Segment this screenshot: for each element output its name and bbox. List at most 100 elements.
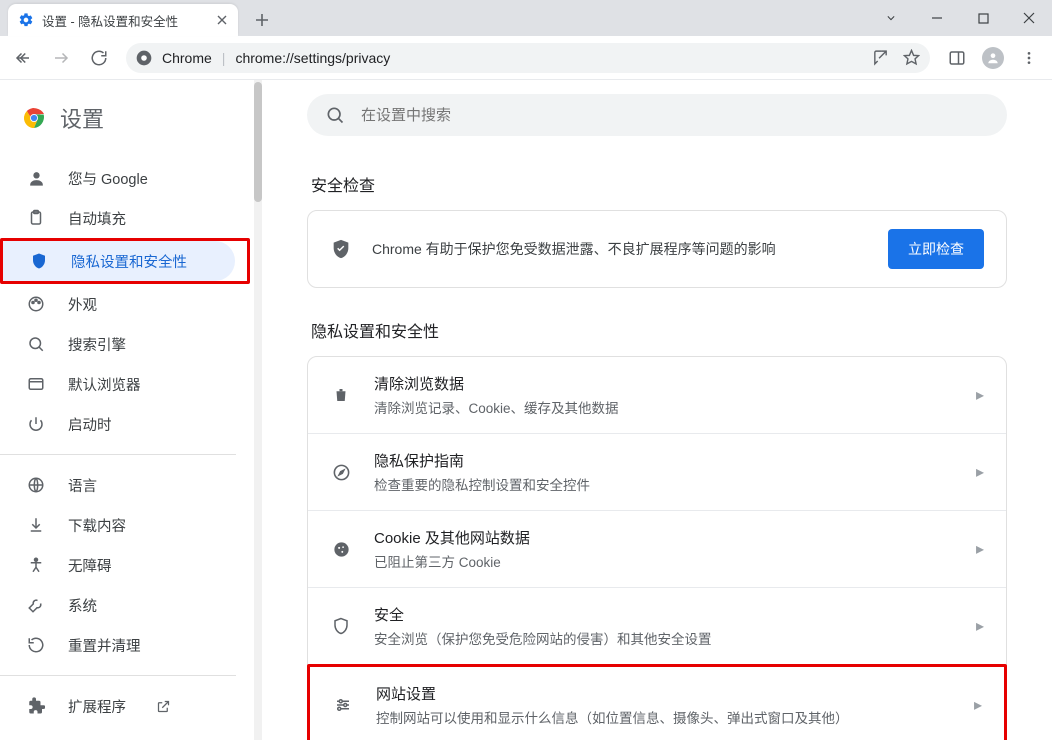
extension-icon (26, 697, 46, 715)
chevron-right-icon: ▸ (976, 462, 984, 482)
sidebar-item-autofill[interactable]: 自动填充 (0, 198, 238, 238)
palette-icon (26, 295, 46, 313)
chevron-right-icon: ▸ (976, 385, 984, 405)
share-icon[interactable] (872, 49, 889, 66)
window-close-button[interactable] (1006, 0, 1052, 36)
sidebar-item-appearance[interactable]: 外观 (0, 284, 238, 324)
shield-check-icon (330, 238, 352, 260)
sidebar-item-you-and-google[interactable]: 您与 Google (0, 158, 238, 198)
browser-icon (26, 375, 46, 393)
scrollbar[interactable] (254, 80, 262, 740)
settings-search[interactable] (307, 94, 1007, 136)
open-external-icon (156, 699, 171, 714)
item-security[interactable]: 安全安全浏览（保护您免受危险网站的侵害）和其他安全设置 ▸ (308, 587, 1006, 664)
item-site-settings[interactable]: 网站设置控制网站可以使用和显示什么信息（如位置信息、摄像头、弹出式窗口及其他） … (310, 667, 1004, 740)
sidebar-item-label: 语言 (68, 475, 97, 496)
sidebar-item-label: 隐私设置和安全性 (71, 251, 187, 272)
url-origin: Chrome (162, 50, 212, 66)
forward-button[interactable] (44, 41, 78, 75)
maximize-button[interactable] (960, 0, 1006, 36)
sidebar-item-label: 搜索引擎 (68, 334, 126, 355)
kebab-menu-icon[interactable] (1012, 41, 1046, 75)
sidebar-item-label: 无障碍 (68, 555, 112, 576)
star-icon[interactable] (903, 49, 920, 66)
sidebar-item-label: 下载内容 (68, 515, 126, 536)
item-cookies[interactable]: Cookie 及其他网站数据已阻止第三方 Cookie ▸ (308, 510, 1006, 587)
chevron-down-icon[interactable] (868, 0, 914, 36)
reload-button[interactable] (82, 41, 116, 75)
window-controls (868, 0, 1052, 36)
cookie-icon (330, 540, 352, 559)
check-now-button[interactable]: 立即检查 (888, 229, 984, 269)
sidebar-item-label: 重置并清理 (68, 635, 141, 656)
item-privacy-guide[interactable]: 隐私保护指南检查重要的隐私控制设置和安全控件 ▸ (308, 433, 1006, 510)
safety-check-card: Chrome 有助于保护您免受数据泄露、不良扩展程序等问题的影响 立即检查 (307, 210, 1007, 288)
safety-check-text: Chrome 有助于保护您免受数据泄露、不良扩展程序等问题的影响 (372, 239, 868, 259)
sidebar-item-languages[interactable]: 语言 (0, 465, 238, 505)
sidebar-item-system[interactable]: 系统 (0, 585, 238, 625)
privacy-list: 清除浏览数据清除浏览记录、Cookie、缓存及其他数据 ▸ 隐私保护指南检查重要… (307, 356, 1007, 740)
list-item-sub: 安全浏览（保护您免受危险网站的侵害）和其他安全设置 (374, 628, 954, 648)
trash-icon (330, 386, 352, 404)
sidebar-item-label: 扩展程序 (68, 696, 126, 717)
sidebar-item-downloads[interactable]: 下载内容 (0, 505, 238, 545)
shield-icon (330, 617, 352, 635)
scrollbar-thumb[interactable] (254, 82, 262, 202)
sidebar-item-search-engine[interactable]: 搜索引擎 (0, 324, 238, 364)
item-clear-browsing-data[interactable]: 清除浏览数据清除浏览记录、Cookie、缓存及其他数据 ▸ (308, 357, 1006, 433)
sidebar-item-label: 外观 (68, 294, 97, 315)
sidebar-item-label: 自动填充 (68, 208, 126, 229)
search-icon (325, 105, 345, 125)
person-icon (26, 169, 46, 188)
restore-icon (26, 636, 46, 654)
back-button[interactable] (6, 41, 40, 75)
browser-toolbar: Chrome | chrome://settings/privacy (0, 36, 1052, 80)
list-item-sub: 控制网站可以使用和显示什么信息（如位置信息、摄像头、弹出式窗口及其他） (376, 707, 952, 727)
section-heading-safety: 安全检查 (311, 172, 1003, 196)
settings-sidebar: 设置 您与 Google 自动填充 隐私设置和安全性 外观 搜索引擎 默认浏览器 (0, 80, 254, 740)
clipboard-icon (26, 209, 46, 227)
download-icon (26, 516, 46, 534)
address-bar[interactable]: Chrome | chrome://settings/privacy (126, 43, 930, 73)
chrome-logo-icon (136, 50, 152, 66)
sidebar-item-label: 启动时 (68, 414, 112, 435)
sidebar-item-accessibility[interactable]: 无障碍 (0, 545, 238, 585)
search-icon (26, 335, 46, 353)
sidebar-item-reset[interactable]: 重置并清理 (0, 625, 238, 665)
list-item-title: 清除浏览数据 (374, 373, 954, 394)
list-item-sub: 检查重要的隐私控制设置和安全控件 (374, 474, 954, 494)
url-separator: | (222, 50, 226, 66)
globe-icon (26, 476, 46, 494)
highlight-annotation: 隐私设置和安全性 (0, 238, 250, 284)
sidebar-item-label: 您与 Google (68, 168, 148, 189)
sidebar-item-on-startup[interactable]: 启动时 (0, 404, 238, 444)
power-icon (26, 415, 46, 433)
sidebar-item-label: 系统 (68, 595, 97, 616)
close-icon[interactable] (214, 12, 230, 28)
chevron-right-icon: ▸ (976, 539, 984, 559)
sidebar-item-extensions[interactable]: 扩展程序 (0, 686, 238, 726)
divider (0, 454, 236, 455)
divider (0, 675, 236, 676)
section-heading-privacy: 隐私设置和安全性 (311, 318, 1003, 342)
tab-title: 设置 - 隐私设置和安全性 (42, 11, 206, 30)
browser-tab[interactable]: 设置 - 隐私设置和安全性 (8, 4, 238, 36)
chevron-right-icon: ▸ (976, 616, 984, 636)
shield-icon (29, 252, 49, 270)
list-item-title: 安全 (374, 604, 954, 625)
wrench-icon (26, 596, 46, 614)
search-input[interactable] (361, 107, 989, 124)
url-path: chrome://settings/privacy (235, 50, 390, 66)
list-item-sub: 清除浏览记录、Cookie、缓存及其他数据 (374, 397, 954, 417)
chrome-logo-icon (22, 106, 46, 130)
sidebar-item-label: 默认浏览器 (68, 374, 141, 395)
list-item-title: 网站设置 (376, 683, 952, 704)
minimize-button[interactable] (914, 0, 960, 36)
profile-avatar[interactable] (976, 41, 1010, 75)
new-tab-button[interactable] (248, 6, 276, 34)
sidebar-item-privacy[interactable]: 隐私设置和安全性 (3, 241, 235, 281)
sidebar-item-default-browser[interactable]: 默认浏览器 (0, 364, 238, 404)
page-title: 设置 (60, 102, 104, 134)
highlight-annotation: 网站设置控制网站可以使用和显示什么信息（如位置信息、摄像头、弹出式窗口及其他） … (307, 664, 1007, 740)
side-panel-icon[interactable] (940, 41, 974, 75)
